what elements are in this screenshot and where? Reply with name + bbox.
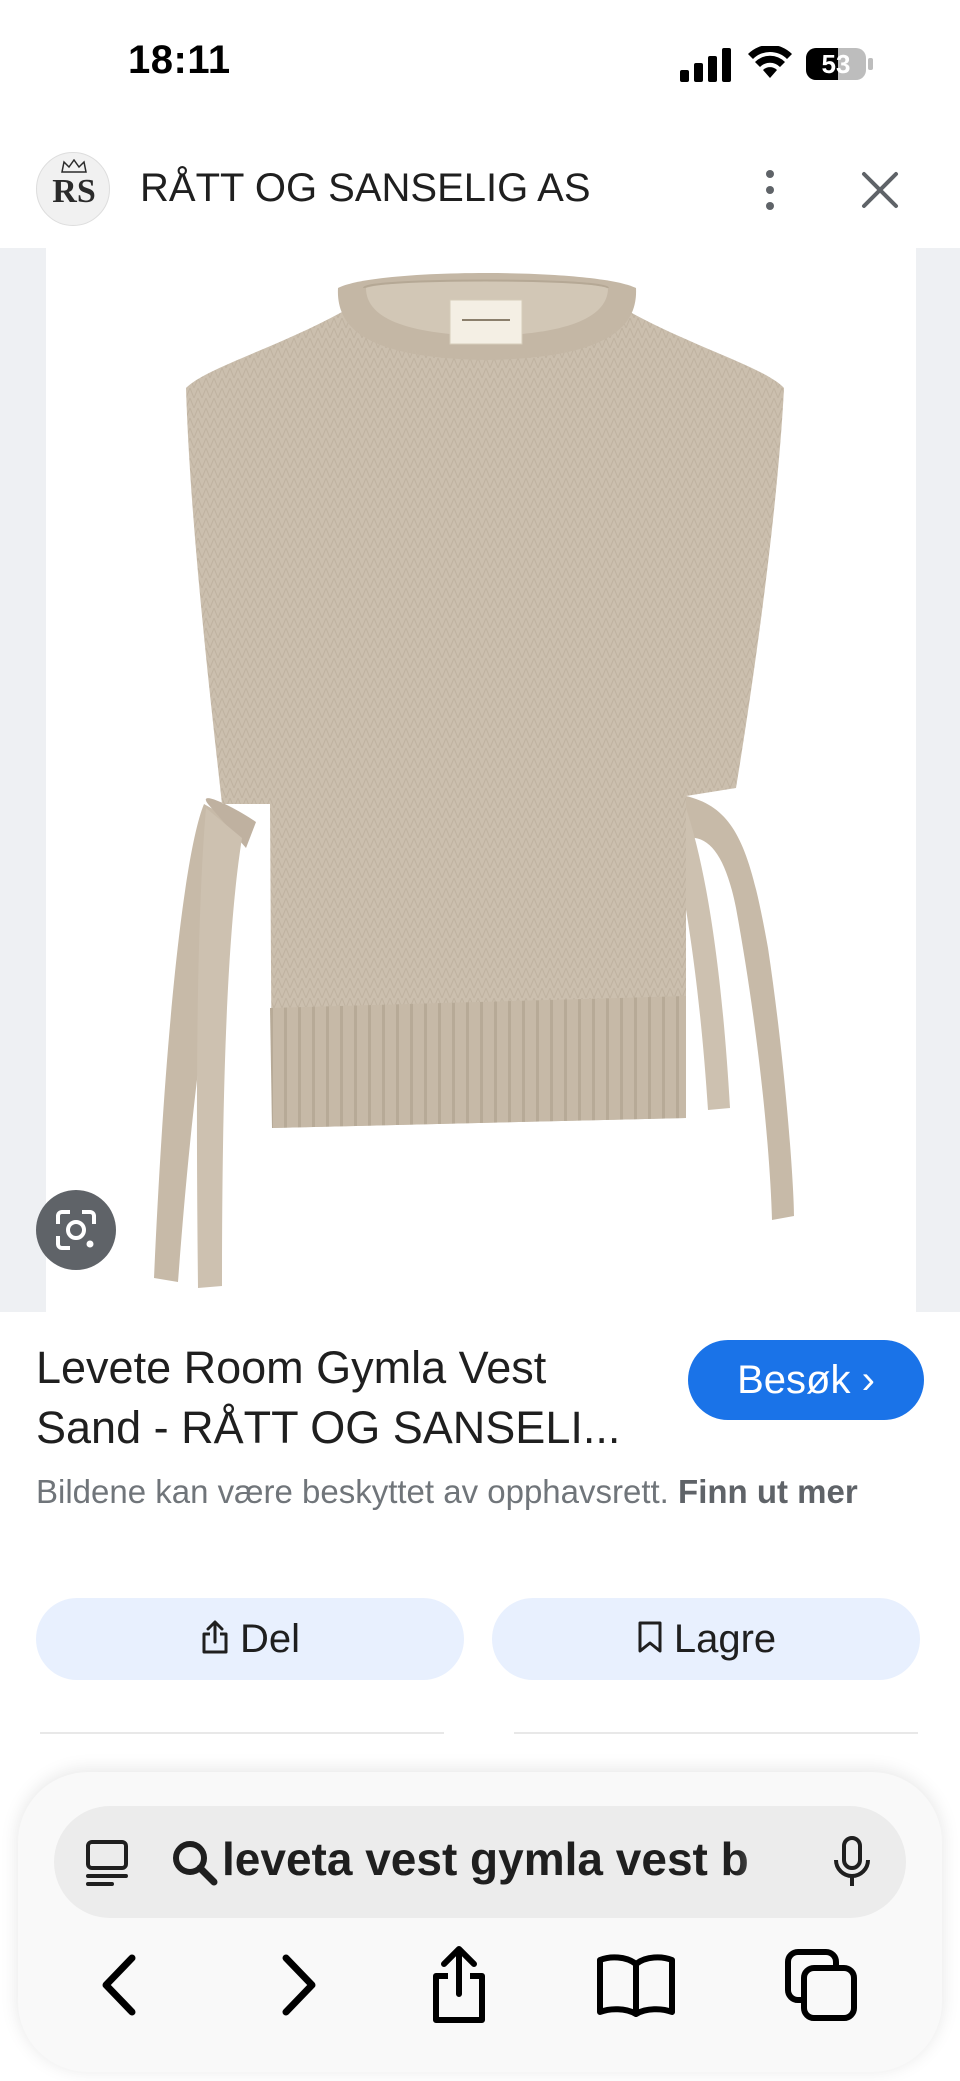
site-avatar[interactable]: RS xyxy=(36,152,110,226)
crown-icon xyxy=(61,159,87,173)
image-viewer xyxy=(0,248,960,1312)
status-time: 18:11 xyxy=(128,38,231,82)
product-title[interactable]: Levete Room Gymla Vest Sand - RÅTT OG SA… xyxy=(36,1338,646,1458)
save-button[interactable]: Lagre xyxy=(492,1598,920,1680)
share-icon[interactable] xyxy=(424,1944,494,2024)
cellular-signal-icon xyxy=(680,48,731,82)
divider xyxy=(514,1732,918,1734)
url-fade xyxy=(734,1806,824,1918)
battery-icon: 53 xyxy=(806,48,874,82)
browser-toolbar: leveta vest gymla vest b xyxy=(18,1772,942,2072)
learn-more-link[interactable]: Finn ut mer xyxy=(678,1473,858,1510)
more-vert-icon[interactable] xyxy=(758,166,782,214)
wifi-icon xyxy=(748,46,792,78)
visit-button[interactable]: Besøk › xyxy=(688,1340,924,1420)
lens-icon xyxy=(56,1210,96,1250)
share-label: Del xyxy=(239,1617,301,1661)
battery-level: 53 xyxy=(821,49,851,79)
copyright-text: Bildene kan være beskyttet av opphavsret… xyxy=(36,1473,669,1510)
share-button[interactable]: Del xyxy=(36,1598,464,1680)
product-image[interactable] xyxy=(46,248,916,1312)
knit-vest-illustration xyxy=(154,273,794,1288)
status-bar: 18:11 53 xyxy=(0,0,960,130)
page-header: RS RÅTT OG SANSELIG AS xyxy=(0,140,960,248)
save-label: Lagre xyxy=(673,1617,777,1661)
divider xyxy=(40,1732,444,1734)
back-icon[interactable] xyxy=(90,1950,150,2020)
address-bar[interactable]: leveta vest gymla vest b xyxy=(54,1806,906,1918)
site-title[interactable]: RÅTT OG SANSELIG AS xyxy=(140,166,591,211)
google-lens-button[interactable] xyxy=(36,1190,116,1270)
forward-icon[interactable] xyxy=(268,1950,328,2020)
page-menu-icon[interactable] xyxy=(84,1838,130,1886)
share-icon xyxy=(202,1620,228,1654)
bookmark-icon xyxy=(638,1621,662,1653)
microphone-icon[interactable] xyxy=(832,1836,872,1888)
bookmarks-icon[interactable] xyxy=(596,1952,676,2018)
close-icon[interactable] xyxy=(858,168,902,212)
avatar-text: RS xyxy=(52,173,96,210)
url-text[interactable]: leveta vest gymla vest b xyxy=(222,1832,792,1886)
search-icon xyxy=(173,1841,218,1886)
copyright-notice: Bildene kan være beskyttet av opphavsret… xyxy=(36,1468,916,1516)
tabs-icon[interactable] xyxy=(784,1948,858,2022)
